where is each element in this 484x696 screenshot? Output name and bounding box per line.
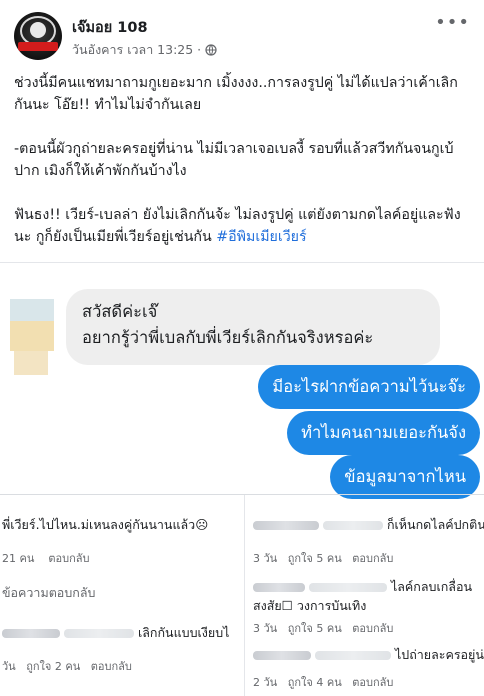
post-meta: วันอังคาร เวลา 13:25 · [72, 40, 217, 60]
comment-meta: วัน ถูกใจ 2 คน ตอบกลับ [2, 657, 132, 675]
blurred-name [314, 651, 391, 660]
comments-right-column: ก็เห็นกดไลค์ปกติน 3 วัน ถูกใจ 5 คน ตอบกล… [244, 495, 484, 696]
comment-text: ก็เห็นกดไลค์ปกติน [253, 515, 484, 535]
blur-block [10, 299, 54, 321]
blurred-name [322, 521, 383, 530]
globe-icon [205, 44, 217, 56]
comment-meta: 3 วัน ถูกใจ 5 คน ตอบกลับ [253, 549, 393, 567]
like-count[interactable]: ถูกใจ 5 คน [288, 622, 342, 635]
comment-time: วัน [2, 660, 16, 673]
blurred-name [63, 629, 134, 638]
comment-time: 3 วัน [253, 552, 278, 565]
post-paragraph-1: ช่วงนี้มีคนแชทมาถามกูเยอะมาก เมิ้งงงง..ก… [14, 75, 458, 113]
comment-meta: 21 คน ตอบกลับ [2, 549, 90, 567]
logo-band [18, 42, 58, 51]
reply-placeholder[interactable]: ข้อความตอบกลับ [2, 583, 95, 603]
blur-block [14, 351, 48, 375]
reply-link[interactable]: ตอบกลับ [352, 552, 393, 565]
post-header: เจ๊มอย 108 วันอังคาร เวลา 13:25 · ••• [0, 0, 484, 62]
reply-link[interactable]: ตอบกลับ [352, 622, 393, 635]
hashtag-link[interactable]: #อีพิมเมียเวียร์ [216, 229, 306, 245]
post-author-name[interactable]: เจ๊มอย 108 [72, 16, 148, 39]
comment-body: เลิกกันแบบเงียบไ [137, 625, 230, 640]
comment-text: ไลค์กลบเกลื่อน [253, 577, 472, 597]
post-paragraph-2: -ตอนนี้ผัวกูถ่ายละครอยู่ที่น่าน ไม่มีเวล… [14, 141, 454, 179]
post-timestamp[interactable]: วันอังคาร เวลา 13:25 · [72, 40, 201, 60]
comment-text: เลิกกันแบบเงียบไ [2, 623, 229, 643]
reply-link[interactable]: ตอบกลับ [352, 676, 393, 689]
outgoing-message-2: ทำไมคนถามเยอะกันจัง [287, 411, 480, 455]
comment-text: พี่เวียร์.ไปไหน.ม่เหนลงคู่กันนานแล้ว☹ [2, 517, 209, 532]
blurred-name [253, 651, 311, 660]
outgoing-message-3: ข้อมูลมาจากไหน [330, 455, 480, 499]
outgoing-message-1: มีอะไรฝากข้อความไว้นะจ๊ะ [258, 365, 480, 409]
blurred-name [253, 521, 319, 530]
incoming-line-1: สวัสดีค่ะเจ๊ [82, 302, 158, 321]
like-count[interactable]: ถูกใจ 4 คน [288, 676, 342, 689]
logo-face [30, 22, 46, 38]
reply-link[interactable]: ตอบกลับ [91, 660, 132, 673]
comment-body-line-2: สงสัย☐ วงการบันเทิง [253, 598, 367, 613]
comment-time: 2 วัน [253, 676, 278, 689]
post-paragraph-3: ฟันธง!! เวียร์-เบลล่า ยังไม่เลิกกันจ้ะ ไ… [14, 204, 472, 248]
page-avatar[interactable] [14, 12, 62, 60]
blurred-name [2, 629, 60, 638]
like-count[interactable]: ถูกใจ 2 คน [26, 660, 80, 673]
post-body: ช่วงนี้มีคนแชทมาถามกูเยอะมาก เมิ้งงงง..ก… [14, 72, 472, 270]
blur-block [10, 321, 54, 351]
chat-screenshot[interactable]: สวัสดีค่ะเจ๊ อยากรู้ว่าพี่เบลกับพี่เวียร… [0, 262, 484, 499]
blurred-name [253, 583, 305, 592]
comment-body: ไปถ่ายละครอยู่น่านค [394, 647, 484, 662]
blurred-name [308, 583, 387, 592]
comment-time: 3 วัน [253, 622, 278, 635]
comment-meta: 3 วัน ถูกใจ 5 คน ตอบกลับ [253, 619, 393, 637]
more-options-icon[interactable]: ••• [435, 12, 470, 33]
comment-meta: 2 วัน ถูกใจ 4 คน ตอบกลับ [253, 673, 393, 691]
comments-left-column: พี่เวียร์.ไปไหน.ม่เหนลงคู่กันนานแล้ว☹ 21… [0, 495, 240, 696]
incoming-message: สวัสดีค่ะเจ๊ อยากรู้ว่าพี่เบลกับพี่เวียร… [66, 289, 440, 365]
comment-count: 21 คน [2, 552, 35, 565]
comment-body: ไลค์กลบเกลื่อน [390, 579, 472, 594]
comment-body: ก็เห็นกดไลค์ปกติน [386, 517, 484, 532]
reply-link[interactable]: ตอบกลับ [48, 552, 89, 565]
incoming-line-2: อยากรู้ว่าพี่เบลกับพี่เวียร์เลิกกันจริงห… [82, 328, 374, 347]
comments-screenshot[interactable]: พี่เวียร์.ไปไหน.ม่เหนลงคู่กันนานแล้ว☹ 21… [0, 494, 484, 696]
like-count[interactable]: ถูกใจ 5 คน [288, 552, 342, 565]
comment-text: ไปถ่ายละครอยู่น่านค [253, 645, 484, 665]
blurred-avatar [10, 299, 54, 375]
